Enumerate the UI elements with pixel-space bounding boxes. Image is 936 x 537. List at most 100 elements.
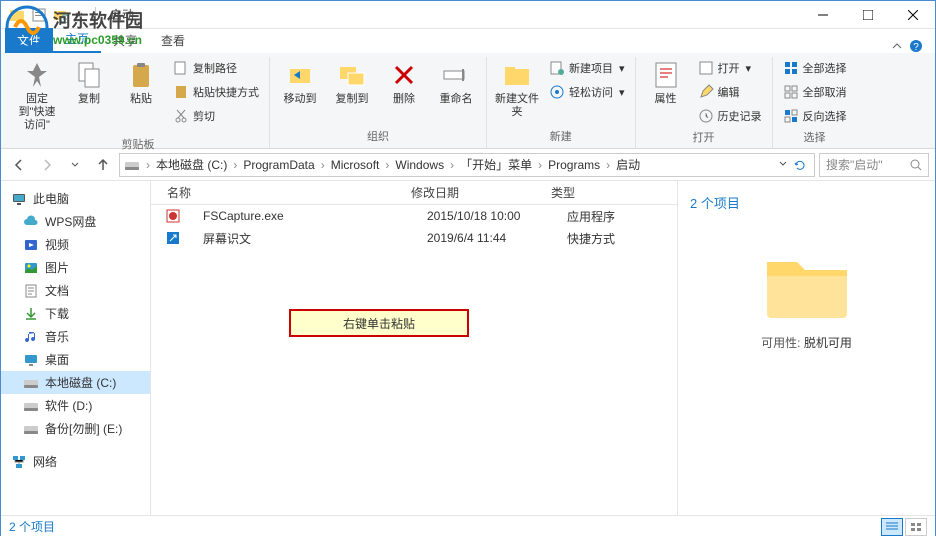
minimize-button[interactable] bbox=[800, 1, 845, 29]
col-date[interactable]: 修改日期 bbox=[411, 184, 551, 201]
tab-share[interactable]: 共享 bbox=[101, 28, 149, 53]
move-to-button[interactable]: 移动到 bbox=[276, 57, 324, 108]
select-none-icon bbox=[783, 84, 799, 100]
video-icon bbox=[23, 237, 39, 253]
app-icon bbox=[165, 208, 181, 224]
sidebar-item-downloads[interactable]: 下载 bbox=[1, 302, 150, 325]
copy-icon bbox=[73, 59, 105, 91]
view-icons-button[interactable] bbox=[905, 518, 927, 536]
easy-access-icon bbox=[549, 84, 565, 100]
cut-button[interactable]: 剪切 bbox=[169, 105, 263, 127]
bc-dropdown-icon[interactable] bbox=[778, 159, 788, 169]
nav-forward-button[interactable] bbox=[35, 153, 59, 177]
invert-selection-button[interactable]: 反向选择 bbox=[779, 105, 851, 127]
properties-button[interactable]: 属性 bbox=[642, 57, 690, 108]
desktop-icon bbox=[23, 352, 39, 368]
new-folder-button[interactable]: 新建文件夹 bbox=[493, 57, 541, 121]
rename-button[interactable]: 重命名 bbox=[432, 57, 480, 108]
paste-shortcut-button[interactable]: 粘贴快捷方式 bbox=[169, 81, 263, 103]
file-row[interactable]: 屏幕识文 2019/6/4 11:44 快捷方式 bbox=[151, 227, 677, 249]
close-button[interactable] bbox=[890, 1, 935, 29]
ribbon: 固定到"快速访问" 复制 粘贴 复制路径 粘贴快捷方式 剪切 剪贴板 移动到 复… bbox=[1, 53, 935, 149]
history-icon bbox=[698, 108, 714, 124]
select-all-button[interactable]: 全部选择 bbox=[779, 57, 851, 79]
new-item-icon bbox=[549, 60, 565, 76]
copy-button[interactable]: 复制 bbox=[65, 57, 113, 108]
delete-button[interactable]: 删除 bbox=[380, 57, 428, 108]
move-to-icon bbox=[284, 59, 316, 91]
copy-path-button[interactable]: 复制路径 bbox=[169, 57, 263, 79]
nav-back-button[interactable] bbox=[7, 153, 31, 177]
tab-view[interactable]: 查看 bbox=[149, 28, 197, 53]
bc-item[interactable]: Windows bbox=[391, 158, 448, 172]
qat-newfolder-icon[interactable] bbox=[53, 7, 69, 23]
main-area: 此电脑 WPS网盘 视频 图片 文档 下载 音乐 桌面 本地磁盘 (C:) 软件… bbox=[1, 181, 935, 515]
copy-path-icon bbox=[173, 60, 189, 76]
navbar: › 本地磁盘 (C:)› ProgramData› Microsoft› Win… bbox=[1, 149, 935, 181]
search-input[interactable]: 搜索"启动" bbox=[819, 153, 929, 177]
sidebar-item-wps[interactable]: WPS网盘 bbox=[1, 210, 150, 233]
qat-dropdown-icon[interactable] bbox=[75, 11, 83, 19]
history-button[interactable]: 历史记录 bbox=[694, 105, 766, 127]
titlebar: 启动 bbox=[1, 1, 935, 29]
bc-item[interactable]: ProgramData bbox=[239, 158, 318, 172]
drive-icon bbox=[23, 375, 39, 391]
paste-icon bbox=[125, 59, 157, 91]
rename-icon bbox=[440, 59, 472, 91]
easy-access-button[interactable]: 轻松访问▾ bbox=[545, 81, 629, 103]
sidebar-item-drive-e[interactable]: 备份[勿删] (E:) bbox=[1, 417, 150, 440]
folder-icon bbox=[9, 7, 25, 23]
sidebar-item-videos[interactable]: 视频 bbox=[1, 233, 150, 256]
ribbon-collapse-icon[interactable] bbox=[891, 40, 903, 52]
drive-icon bbox=[124, 157, 140, 173]
ribbon-tabs: 文件 主页 共享 查看 ? bbox=[1, 29, 935, 53]
paste-button[interactable]: 粘贴 bbox=[117, 57, 165, 108]
breadcrumb[interactable]: › 本地磁盘 (C:)› ProgramData› Microsoft› Win… bbox=[119, 153, 815, 177]
open-button[interactable]: 打开▾ bbox=[694, 57, 766, 79]
ribbon-group-new: 新建文件夹 新建项目▾ 轻松访问▾ 新建 bbox=[487, 57, 636, 148]
new-group-label: 新建 bbox=[550, 126, 572, 148]
select-none-button[interactable]: 全部取消 bbox=[779, 81, 851, 103]
maximize-button[interactable] bbox=[845, 1, 890, 29]
sidebar-item-documents[interactable]: 文档 bbox=[1, 279, 150, 302]
properties-icon bbox=[650, 59, 682, 91]
sidebar-item-music[interactable]: 音乐 bbox=[1, 325, 150, 348]
col-type[interactable]: 类型 bbox=[551, 184, 661, 201]
new-item-button[interactable]: 新建项目▾ bbox=[545, 57, 629, 79]
tab-file[interactable]: 文件 bbox=[5, 28, 53, 53]
open-group-label: 打开 bbox=[693, 127, 715, 149]
svg-text:?: ? bbox=[913, 42, 919, 53]
file-list-header: 名称 修改日期 类型 bbox=[151, 181, 677, 205]
copy-to-button[interactable]: 复制到 bbox=[328, 57, 376, 108]
search-icon bbox=[910, 159, 922, 171]
view-details-button[interactable] bbox=[881, 518, 903, 536]
sidebar-item-thispc[interactable]: 此电脑 bbox=[1, 187, 150, 210]
bc-item[interactable]: Programs bbox=[544, 158, 604, 172]
sidebar-item-drive-d[interactable]: 软件 (D:) bbox=[1, 394, 150, 417]
edit-button[interactable]: 编辑 bbox=[694, 81, 766, 103]
nav-recent-button[interactable] bbox=[63, 153, 87, 177]
bc-refresh-icon[interactable] bbox=[794, 159, 806, 171]
bc-item[interactable]: 启动 bbox=[612, 156, 644, 173]
tab-home[interactable]: 主页 bbox=[53, 26, 101, 53]
cloud-icon bbox=[23, 214, 39, 230]
new-folder-icon bbox=[501, 59, 533, 91]
help-icon[interactable]: ? bbox=[909, 39, 923, 53]
pc-icon bbox=[11, 191, 27, 207]
dp-availability: 可用性: 脱机可用 bbox=[761, 334, 852, 351]
bc-item[interactable]: 「开始」菜单 bbox=[456, 156, 536, 173]
file-row[interactable]: FSCapture.exe 2015/10/18 10:00 应用程序 bbox=[151, 205, 677, 227]
sidebar-item-desktop[interactable]: 桌面 bbox=[1, 348, 150, 371]
ribbon-group-clipboard: 固定到"快速访问" 复制 粘贴 复制路径 粘贴快捷方式 剪切 剪贴板 bbox=[7, 57, 270, 148]
qat-properties-icon[interactable] bbox=[31, 7, 47, 23]
col-name[interactable]: 名称 bbox=[151, 184, 411, 201]
sidebar-item-pictures[interactable]: 图片 bbox=[1, 256, 150, 279]
bc-item[interactable]: 本地磁盘 (C:) bbox=[152, 156, 231, 173]
bc-item[interactable]: Microsoft bbox=[327, 158, 384, 172]
file-list[interactable]: 名称 修改日期 类型 FSCapture.exe 2015/10/18 10:0… bbox=[151, 181, 677, 515]
window-title: 启动 bbox=[110, 6, 134, 23]
pin-button[interactable]: 固定到"快速访问" bbox=[13, 57, 61, 134]
nav-up-button[interactable] bbox=[91, 153, 115, 177]
sidebar-item-network[interactable]: 网络 bbox=[1, 450, 150, 473]
sidebar-item-drive-c[interactable]: 本地磁盘 (C:) bbox=[1, 371, 150, 394]
